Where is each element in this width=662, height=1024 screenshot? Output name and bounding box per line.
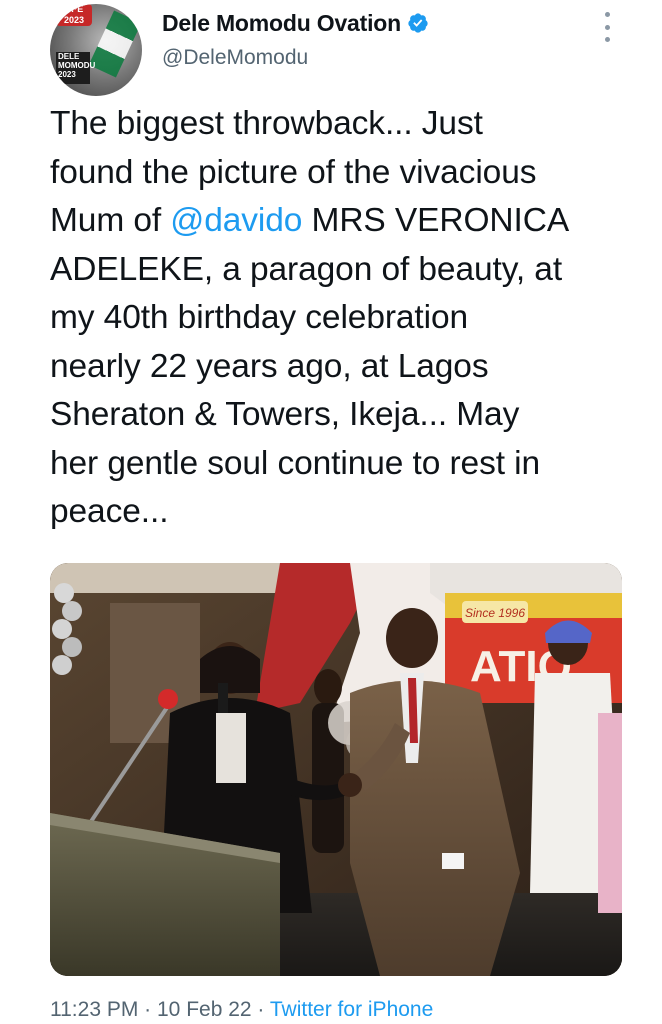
meta-separator: · xyxy=(251,998,270,1021)
author-name-row: Dele Momodu Ovation xyxy=(162,7,429,39)
tweet-body: The biggest throwback... Just found the … xyxy=(50,100,640,537)
banner-text: Since 1996 xyxy=(465,606,525,620)
tweet-text-segment: Mum of xyxy=(50,202,171,239)
tweet-line: nearly 22 years ago, at Lagos xyxy=(50,347,489,385)
author-display-name[interactable]: Dele Momodu Ovation xyxy=(162,10,401,37)
tweet-line: my 40th birthday celebration xyxy=(50,299,469,336)
author-handle[interactable]: @DeleMomodu xyxy=(162,46,308,70)
tweet-photo[interactable]: Since 1996 ATIO xyxy=(50,563,622,976)
tweet-line: peace... xyxy=(50,493,169,530)
avatar-badge-secondary: DELE MOMODU 2023 xyxy=(56,52,95,84)
author-avatar[interactable]: DPE 2023 DELE MOMODU 2023 xyxy=(50,4,142,96)
more-options-icon[interactable] xyxy=(599,12,615,42)
mention-link[interactable]: @davido xyxy=(170,202,302,239)
tweet-line: The biggest throwback... Just xyxy=(50,105,483,142)
avatar-badge: DPE 2023 xyxy=(56,4,92,26)
verified-badge-icon xyxy=(407,12,429,34)
meta-separator: · xyxy=(138,998,157,1021)
tweet-line: Sheraton & Towers, Ikeja... May xyxy=(50,396,520,433)
event-photo-illustration: Since 1996 ATIO xyxy=(50,563,622,976)
tweet-text-segment: MRS VERONICA xyxy=(302,202,570,239)
tweet-card: DPE 2023 DELE MOMODU 2023 Dele Momodu Ov… xyxy=(0,0,662,1024)
tweet-line: her gentle soul continue to rest in xyxy=(50,444,541,482)
tweet-line: ADELEKE, a paragon of beauty, at xyxy=(50,250,563,288)
tweet-meta: 11:23 PM · 10 Feb 22 · Twitter for iPhon… xyxy=(50,998,433,1022)
tweet-time[interactable]: 11:23 PM xyxy=(50,998,138,1021)
tweet-date[interactable]: 10 Feb 22 xyxy=(157,998,252,1021)
tweet-line: Mum of @davido MRS VERONICA xyxy=(50,197,640,246)
tweet-line: found the picture of the vivacious xyxy=(50,153,537,191)
avatar-flag-graphic xyxy=(88,10,142,78)
tweet-source-link[interactable]: Twitter for iPhone xyxy=(270,998,433,1021)
